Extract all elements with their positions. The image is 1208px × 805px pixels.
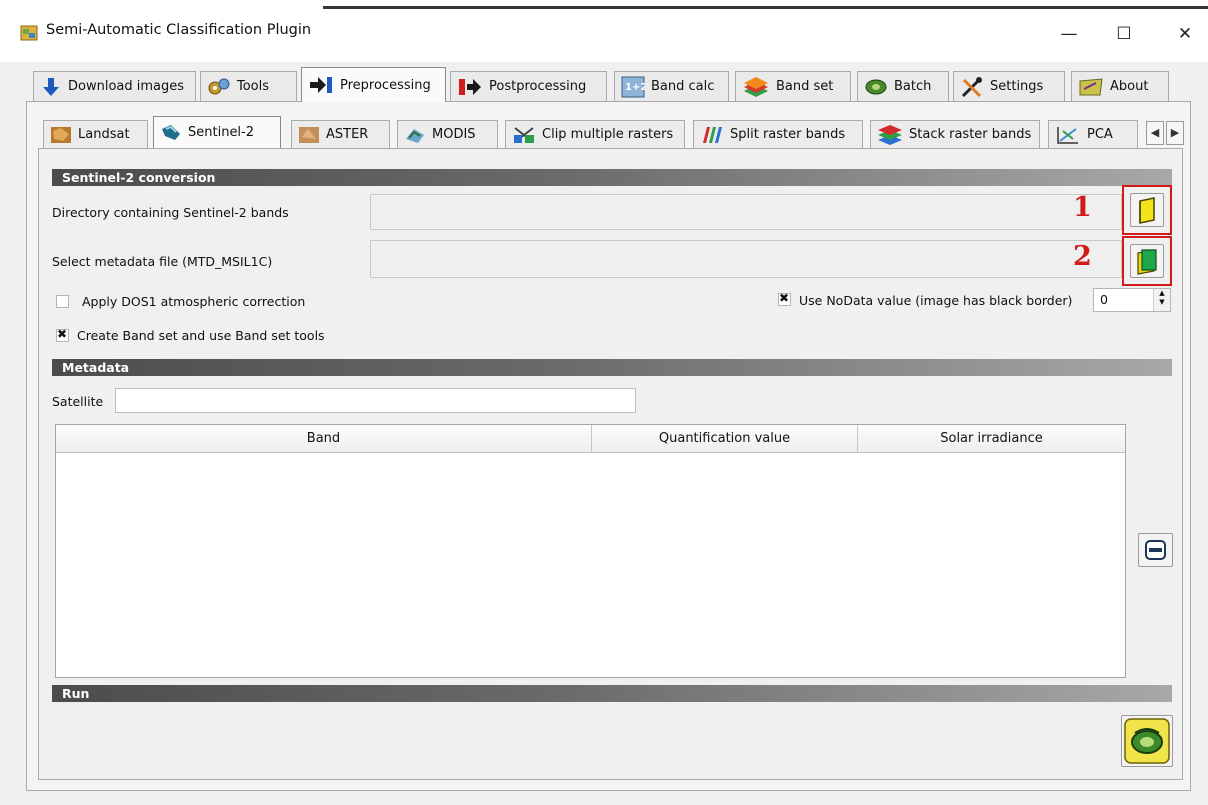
- annotation-number-1: 1: [1073, 192, 1092, 223]
- directory-label: Directory containing Sentinel-2 bands: [52, 205, 289, 220]
- section-header-metadata: Metadata: [52, 359, 1172, 376]
- tab-label: Settings: [990, 79, 1044, 94]
- background-window-strip: [323, 6, 1208, 9]
- tab-postprocessing[interactable]: Postprocessing: [450, 71, 607, 101]
- tab-label: Batch: [894, 79, 932, 94]
- nodata-value-spinbox[interactable]: 0 ▲ ▼: [1093, 288, 1171, 312]
- tab-label: Postprocessing: [489, 79, 587, 94]
- tab-band-calc[interactable]: 1+2 Band calc: [614, 71, 729, 101]
- close-button[interactable]: ✕: [1162, 18, 1208, 50]
- satellite-field[interactable]: [115, 388, 636, 413]
- minimize-button[interactable]: —: [1046, 18, 1092, 50]
- tab-bar-line: [26, 101, 1191, 102]
- app-icon: [20, 24, 38, 42]
- clip-icon: [514, 126, 534, 143]
- subtab-clip-multiple-rasters[interactable]: Clip multiple rasters: [505, 120, 685, 148]
- tab-tools[interactable]: Tools: [200, 71, 297, 101]
- dos1-label: Apply DOS1 atmospheric correction: [82, 294, 306, 309]
- maximize-button[interactable]: ☐: [1101, 18, 1147, 50]
- directory-field[interactable]: [370, 194, 1122, 230]
- subtab-label: Split raster bands: [730, 127, 846, 142]
- preprocessing-arrow-icon: [310, 77, 332, 93]
- spin-arrows-icon[interactable]: ▲ ▼: [1153, 289, 1170, 311]
- sentinel-icon: [162, 124, 180, 140]
- tab-download-images[interactable]: Download images: [33, 71, 196, 101]
- minus-icon: [1145, 540, 1166, 560]
- column-header-solar-irradiance[interactable]: Solar irradiance: [858, 425, 1125, 453]
- band-set-icon: [744, 76, 768, 97]
- aster-icon: [299, 126, 319, 143]
- postprocessing-arrow-icon: [459, 78, 481, 95]
- nodata-label: Use NoData value (image has black border…: [799, 293, 1073, 308]
- tab-scroll-left-button[interactable]: ◀: [1146, 121, 1164, 145]
- subtab-landsat[interactable]: Landsat: [43, 120, 148, 148]
- remove-row-button[interactable]: [1138, 533, 1173, 567]
- tab-preprocessing[interactable]: Preprocessing: [301, 67, 446, 102]
- folder-yellow-icon: [1139, 197, 1155, 224]
- annotation-number-2: 2: [1073, 241, 1092, 272]
- about-icon: [1079, 77, 1103, 95]
- subtab-aster[interactable]: ASTER: [291, 120, 390, 148]
- landsat-icon: [51, 126, 71, 143]
- bands-table[interactable]: Band Quantification value Solar irradian…: [55, 424, 1126, 678]
- tab-label: About: [1110, 79, 1149, 94]
- download-arrow-icon: [43, 77, 59, 96]
- tab-label: Preprocessing: [340, 77, 431, 93]
- tab-band-set[interactable]: Band set: [735, 71, 851, 101]
- run-icon: [1124, 718, 1170, 764]
- bandset-label: Create Band set and use Band set tools: [77, 328, 325, 343]
- subtab-label: ASTER: [326, 127, 369, 142]
- satellite-label: Satellite: [52, 394, 104, 409]
- band-calc-icon: 1+2: [621, 76, 645, 97]
- modis-icon: [406, 128, 424, 143]
- tab-label: Download images: [68, 79, 185, 94]
- tab-label: Band set: [776, 79, 834, 94]
- bandset-checkbox[interactable]: [56, 327, 69, 342]
- stack-icon: [878, 124, 902, 145]
- window-title: Semi-Automatic Classification Plugin: [46, 22, 312, 38]
- subtab-label: Clip multiple rasters: [542, 127, 674, 142]
- subtab-stack-raster-bands[interactable]: Stack raster bands: [870, 120, 1040, 148]
- dos1-checkbox[interactable]: [56, 295, 69, 308]
- run-button[interactable]: [1121, 715, 1173, 767]
- settings-icon: [961, 76, 982, 97]
- nodata-value: 0: [1100, 292, 1108, 307]
- column-header-quantification[interactable]: Quantification value: [592, 425, 858, 453]
- tab-scroll-right-button[interactable]: ▶: [1166, 121, 1184, 145]
- subtab-label: PCA: [1087, 127, 1113, 142]
- tools-icon: [208, 78, 230, 94]
- tab-label: Tools: [237, 79, 270, 94]
- svg-text:1+2: 1+2: [625, 82, 645, 93]
- tab-about[interactable]: About: [1071, 71, 1169, 101]
- subtab-pca[interactable]: PCA: [1048, 120, 1138, 148]
- file-green-icon: [1137, 249, 1157, 275]
- metadata-file-label: Select metadata file (MTD_MSIL1C): [52, 254, 273, 269]
- subtab-label: Sentinel-2: [188, 125, 255, 140]
- tab-label: Band calc: [651, 79, 715, 94]
- subtab-label: Landsat: [78, 127, 130, 142]
- open-metadata-button[interactable]: [1130, 244, 1164, 278]
- subtab-modis[interactable]: MODIS: [397, 120, 498, 148]
- subtab-label: MODIS: [432, 127, 476, 142]
- section-header-conversion: Sentinel-2 conversion: [52, 169, 1172, 186]
- pca-icon: [1057, 126, 1078, 144]
- open-directory-button[interactable]: [1130, 193, 1164, 227]
- column-header-band[interactable]: Band: [56, 425, 592, 453]
- nodata-checkbox[interactable]: [778, 291, 791, 306]
- subtab-label: Stack raster bands: [909, 127, 1032, 142]
- subtab-split-raster-bands[interactable]: Split raster bands: [693, 120, 863, 148]
- tab-batch[interactable]: Batch: [857, 71, 949, 101]
- subtab-sentinel-2[interactable]: Sentinel-2: [153, 116, 281, 148]
- section-header-run: Run: [52, 685, 1172, 702]
- batch-icon: [865, 79, 887, 94]
- metadata-file-field[interactable]: [370, 240, 1122, 278]
- tab-settings[interactable]: Settings: [953, 71, 1065, 101]
- split-icon: [703, 126, 722, 143]
